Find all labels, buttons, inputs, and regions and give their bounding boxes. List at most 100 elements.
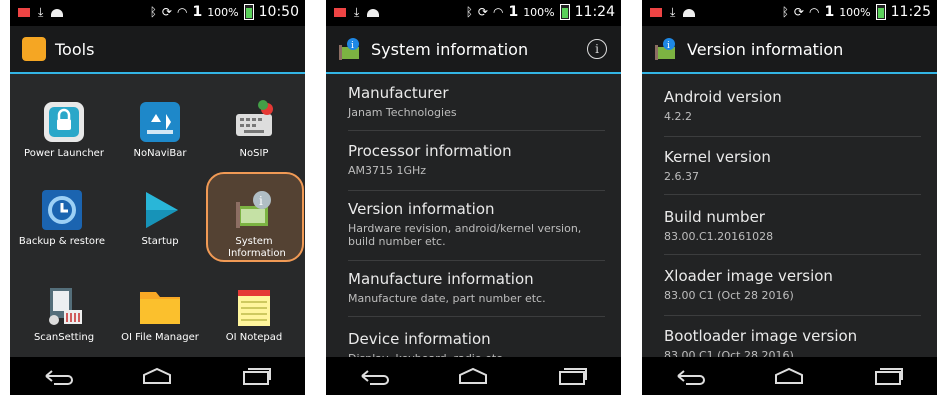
download-icon: ⤓	[670, 5, 676, 19]
app-startup[interactable]: Startup	[112, 172, 208, 264]
download-icon: ⤓	[354, 5, 360, 19]
bluetooth-icon: ᛒ	[781, 5, 789, 19]
list-item[interactable]: Manufacturer Janam Technologies	[348, 84, 605, 131]
list-item-title: Kernel version	[664, 148, 771, 166]
recent-apps-icon	[242, 368, 271, 385]
list-item-subtitle: 2.6.37	[664, 170, 699, 183]
system-info-icon: i	[339, 38, 359, 60]
back-button[interactable]	[671, 363, 711, 389]
settings-list: Manufacturer Janam Technologies Processo…	[326, 74, 621, 365]
list-item-title: Xloader image version	[664, 267, 833, 285]
svg-text:i: i	[351, 41, 354, 51]
battery-icon	[875, 4, 886, 20]
list-item-title: Device information	[348, 330, 491, 348]
navigation-bar	[642, 357, 937, 395]
list-item[interactable]: Version information Hardware revision, a…	[348, 200, 605, 261]
home-button[interactable]	[137, 363, 177, 389]
app-system-information[interactable]: i System Information	[206, 172, 302, 264]
app-label: ScanSetting	[33, 332, 95, 343]
app-power-launcher[interactable]: Power Launcher	[16, 84, 112, 176]
back-icon	[677, 370, 706, 385]
sync-icon: ⟳	[793, 5, 804, 19]
list-item[interactable]: Kernel version 2.6.37	[664, 148, 921, 195]
battery-percent: 100%	[207, 5, 239, 19]
signal-number: 1	[824, 4, 835, 20]
page-title: System information	[371, 40, 529, 59]
home-icon	[459, 367, 488, 384]
wifi-icon: ◠	[176, 5, 188, 19]
action-bar: Tools	[10, 26, 305, 74]
list-item-subtitle: 83.00.C1.20161028	[664, 230, 774, 243]
clock: 10:50	[258, 4, 299, 20]
keyboard-icon	[236, 100, 273, 136]
list-item-title: Android version	[664, 88, 782, 106]
recent-apps-button[interactable]	[552, 363, 592, 389]
tools-app-icon	[22, 37, 46, 61]
wifi-icon: ◠	[808, 5, 820, 19]
app-label: Power Launcher	[24, 148, 104, 159]
status-bar: ⤓ ᛒ ⟳ ◠ 1 100% 11:24	[326, 0, 621, 26]
bluetooth-icon: ᛒ	[149, 5, 157, 19]
svg-text:i: i	[667, 41, 670, 51]
recent-apps-button[interactable]	[868, 363, 908, 389]
app-scansetting[interactable]: ScanSetting	[16, 268, 112, 360]
back-button[interactable]	[39, 363, 79, 389]
home-button[interactable]	[453, 363, 493, 389]
home-button[interactable]	[769, 363, 809, 389]
list-item-title: Build number	[664, 208, 765, 226]
list-item-subtitle: Manufacture date, part number etc.	[348, 292, 546, 305]
list-item[interactable]: Manufacture information Manufacture date…	[348, 270, 605, 317]
phone-screen-version-information: ⤓ ᛒ ⟳ ◠ 1 100% 11:25 i Version informati…	[642, 0, 937, 395]
recent-apps-button[interactable]	[236, 363, 276, 389]
battery-icon	[243, 4, 254, 20]
app-label: OI File Manager	[121, 332, 199, 343]
page-title: Version information	[687, 40, 844, 59]
android-debug-icon	[683, 8, 696, 17]
android-debug-icon	[51, 8, 64, 17]
action-bar: i System information i	[326, 26, 621, 74]
app-label: System Information	[228, 236, 286, 259]
app-oi-file-manager[interactable]: OI File Manager	[112, 268, 208, 360]
list-item-title: Bootloader image version	[664, 327, 858, 345]
list-item[interactable]: Build number 83.00.C1.20161028	[664, 208, 921, 255]
app-nonavibar[interactable]: NoNaviBar	[112, 84, 208, 176]
notepad-icon	[238, 290, 270, 326]
android-debug-icon	[367, 8, 380, 17]
list-item-title: Processor information	[348, 142, 512, 160]
battery-icon	[559, 4, 570, 20]
notification-icon	[18, 8, 30, 17]
list-item[interactable]: Android version 4.2.2	[664, 88, 921, 137]
list-item[interactable]: Processor information AM3715 1GHz	[348, 142, 605, 191]
bluetooth-icon: ᛒ	[465, 5, 473, 19]
home-icon	[775, 367, 804, 384]
lock-icon	[44, 102, 84, 142]
scanner-icon	[49, 288, 82, 325]
app-label: NoSIP	[239, 148, 269, 159]
sync-icon: ⟳	[161, 5, 172, 19]
back-icon	[361, 370, 390, 385]
list-item[interactable]: Xloader image version 83.00 C1 (Oct 28 2…	[664, 267, 921, 316]
back-button[interactable]	[355, 363, 395, 389]
app-oi-notepad[interactable]: OI Notepad	[206, 268, 302, 360]
app-nosip[interactable]: NoSIP	[206, 84, 302, 176]
notification-icon	[334, 8, 346, 17]
signal-number: 1	[508, 4, 519, 20]
download-icon: ⤓	[38, 5, 44, 19]
app-label: Backup & restore	[18, 236, 106, 247]
recent-apps-icon	[874, 368, 903, 385]
info-icon[interactable]: i	[587, 39, 607, 59]
backup-icon	[42, 190, 82, 230]
action-bar: i Version information	[642, 26, 937, 74]
phone-screen-system-information: ⤓ ᛒ ⟳ ◠ 1 100% 11:24 i System informatio…	[326, 0, 621, 395]
back-icon	[45, 370, 74, 385]
play-icon	[146, 192, 178, 228]
nonavibar-icon	[140, 102, 180, 142]
list-item-subtitle: Janam Technologies	[348, 106, 457, 119]
list-item-title: Version information	[348, 200, 495, 218]
home-icon	[143, 367, 172, 384]
app-backup-restore[interactable]: Backup & restore	[14, 172, 110, 264]
list-item-subtitle: 4.2.2	[664, 110, 692, 123]
app-label: NoNaviBar	[133, 148, 187, 159]
status-bar: ⤓ ᛒ ⟳ ◠ 1 100% 11:25	[642, 0, 937, 26]
battery-percent: 100%	[839, 5, 871, 19]
